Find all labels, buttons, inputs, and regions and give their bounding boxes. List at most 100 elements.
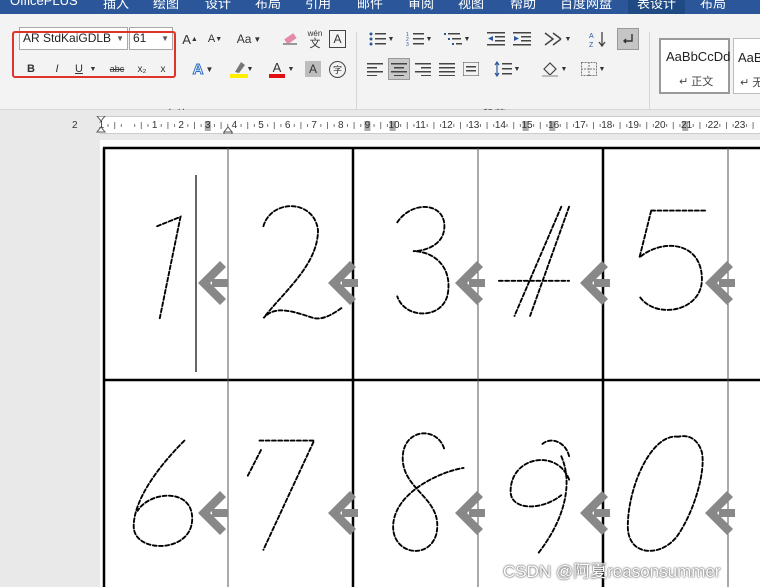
ruler-number: 18: [601, 120, 613, 131]
subscript-button[interactable]: x₂: [134, 62, 150, 76]
tab-design[interactable]: 设计: [205, 0, 231, 12]
tab-layout[interactable]: 布局: [255, 0, 281, 12]
ribbon: AR StdKaiGDLB ▼ 61 ▼ A ▲ A ▼ Aa ▼ wén 文 A B…: [0, 14, 760, 122]
tab-review[interactable]: 审阅: [408, 0, 434, 12]
direction-arrow-icon: [455, 261, 485, 305]
ruler-number: 14: [494, 120, 506, 131]
underline-button[interactable]: U: [72, 62, 86, 76]
tab-references[interactable]: 引用: [305, 0, 331, 12]
ruler-number: 7: [311, 120, 317, 131]
ruler-number: 22: [707, 120, 719, 131]
multilevel-list-button[interactable]: ▼: [442, 29, 472, 49]
numbering-button[interactable]: 1 2 3 ▼: [404, 29, 434, 49]
ruler-number: 23: [734, 120, 746, 131]
svg-text:A: A: [589, 33, 594, 40]
strikethrough-button[interactable]: abc: [106, 62, 128, 76]
justify-icon[interactable]: [438, 60, 456, 78]
direction-arrow-icon: [198, 261, 228, 305]
number-tracing-table[interactable]: [100, 140, 760, 587]
shading-button[interactable]: ▼: [537, 60, 571, 78]
character-border-button[interactable]: A: [329, 30, 346, 48]
grow-font-icon[interactable]: A ▲: [181, 30, 199, 48]
word-window: OfficePLUS 插入 绘图 设计 布局 引用 邮件 审阅 视图 帮助 百度…: [0, 0, 760, 587]
decrease-indent-icon[interactable]: [486, 29, 506, 49]
digit-8: [392, 432, 465, 552]
arrow-tail: [594, 279, 610, 287]
watermark-text: CSDN @阿夏reasonsummer: [503, 562, 721, 581]
distributed-icon[interactable]: [462, 60, 480, 78]
ruler-number: 1: [151, 120, 158, 131]
phonetic-guide-button[interactable]: wén 文: [305, 28, 325, 50]
borders-button[interactable]: ▼: [577, 60, 609, 78]
chevron-down-icon[interactable]: ▼: [88, 62, 98, 76]
dotted-stroke: [246, 439, 316, 551]
sort-icon[interactable]: AZ: [588, 29, 608, 49]
text-effects-button[interactable]: A ▼: [188, 60, 218, 78]
tab-officeplus[interactable]: OfficePLUS: [10, 0, 78, 8]
direction-arrow-icon: [455, 491, 485, 535]
dotted-stroke: [392, 432, 465, 552]
line-spacing-button[interactable]: ▼: [492, 60, 522, 78]
dotted-stroke: [262, 205, 343, 320]
ruler-number: 20: [654, 120, 666, 131]
align-center-icon[interactable]: [388, 58, 410, 80]
digit-9: [509, 439, 571, 555]
superscript-button[interactable]: x: [156, 62, 170, 76]
tab-view[interactable]: 视图: [458, 0, 484, 12]
direction-arrow-icon: [705, 491, 735, 535]
dotted-stroke: [156, 215, 182, 321]
character-shading-button[interactable]: A: [305, 61, 321, 77]
ruler-number: 3: [205, 120, 211, 131]
chinese-layout-button[interactable]: ▼: [540, 29, 574, 49]
ruler-number: 2: [178, 120, 184, 131]
align-left-icon[interactable]: [366, 60, 384, 78]
tab-table-layout[interactable]: 布局: [700, 0, 726, 12]
ruler-number: 19: [627, 120, 639, 131]
digit-6: [132, 439, 194, 547]
dotted-stroke: [396, 206, 450, 315]
bold-button[interactable]: B: [24, 62, 38, 76]
column-marker-icon[interactable]: [222, 116, 234, 134]
show-marks-icon[interactable]: [617, 28, 639, 50]
align-right-icon[interactable]: [414, 60, 432, 78]
arrow-tail: [342, 279, 358, 287]
ruler-number: 5: [258, 120, 264, 131]
dotted-stroke: [637, 209, 707, 311]
chevron-down-icon[interactable]: ▼: [286, 62, 296, 76]
style-normal[interactable]: AaBbCcDd ↵ 正文: [659, 38, 730, 94]
tab-mailings[interactable]: 邮件: [357, 0, 383, 12]
increase-indent-icon[interactable]: [512, 29, 532, 49]
indent-marker-icon[interactable]: [96, 116, 110, 134]
left-gutter: [0, 140, 100, 587]
clear-formatting-icon[interactable]: [281, 30, 299, 48]
chevron-down-icon[interactable]: ▼: [245, 62, 255, 76]
document-page[interactable]: [100, 140, 760, 587]
tab-insert[interactable]: 插入: [103, 0, 129, 12]
arrow-tail: [719, 279, 735, 287]
bullets-button[interactable]: ▼: [366, 29, 396, 49]
ruler-number: 6: [284, 120, 291, 131]
direction-arrow-icon: [705, 261, 735, 305]
tab-help[interactable]: 帮助: [510, 0, 536, 12]
digit-7: [246, 439, 316, 551]
ruler-number: 16: [548, 120, 560, 131]
arrow-tail: [469, 279, 485, 287]
italic-button[interactable]: I: [50, 62, 64, 76]
arrow-tail: [719, 509, 735, 517]
change-case-button[interactable]: Aa ▼: [234, 30, 264, 48]
ruler-number: 13: [468, 120, 480, 131]
digit-5: [637, 209, 707, 311]
style-no-spacing[interactable]: AaBl ↵ 无: [733, 38, 760, 94]
group-separator: [649, 32, 650, 120]
dotted-stroke: [132, 439, 194, 547]
direction-arrow-icon: [328, 491, 358, 535]
digit-4: [497, 205, 571, 317]
tab-table-design[interactable]: 表设计: [628, 0, 686, 14]
enclose-characters-button[interactable]: 字: [329, 61, 346, 78]
tab-draw[interactable]: 绘图: [153, 0, 179, 12]
horizontal-ruler[interactable]: 2112345678910111213141516171819202122232…: [72, 116, 760, 134]
tab-baidu-netdisk[interactable]: 百度网盘: [560, 0, 612, 12]
ribbon-tab-bar: OfficePLUS 插入 绘图 设计 布局 引用 邮件 审阅 视图 帮助 百度…: [0, 0, 760, 14]
arrow-tail: [469, 509, 485, 517]
shrink-font-icon[interactable]: A ▼: [206, 30, 224, 48]
